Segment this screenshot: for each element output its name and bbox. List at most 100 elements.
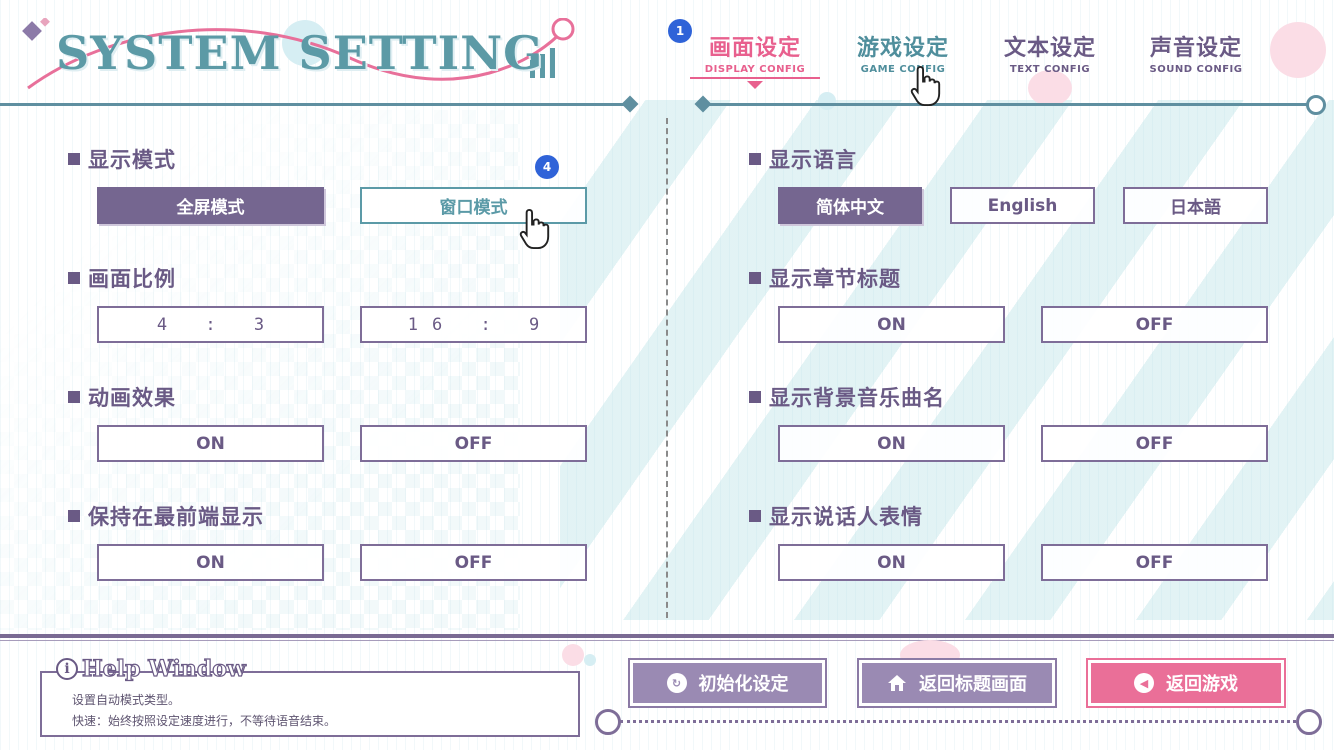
line-end-ring bbox=[1296, 709, 1322, 735]
decor-bubble bbox=[584, 654, 596, 666]
tab-sound-config[interactable]: 声音设定 SOUND CONFIG bbox=[1131, 30, 1261, 75]
section-title-text: 显示说话人表情 bbox=[769, 505, 923, 529]
option-label: ON bbox=[877, 552, 906, 573]
annotation-badge: 1 bbox=[668, 19, 692, 43]
option-label: 16 : 9 bbox=[407, 314, 554, 335]
section-title-text: 显示背景音乐曲名 bbox=[769, 386, 945, 410]
tab-display-config[interactable]: 画面设定 DISPLAY CONFIG bbox=[690, 30, 820, 89]
bullet-square-icon bbox=[68, 391, 80, 403]
chapter-on-button[interactable]: ON bbox=[778, 306, 1005, 343]
logo-title: SYSTEM SETTING bbox=[56, 26, 544, 80]
aspect-16-9-button[interactable]: 16 : 9 bbox=[360, 306, 587, 343]
section-title-text: 显示章节标题 bbox=[769, 267, 901, 291]
option-label: OFF bbox=[1135, 433, 1174, 454]
chapter-off-button[interactable]: OFF bbox=[1041, 306, 1268, 343]
section-title-text: 画面比例 bbox=[88, 267, 176, 291]
tab-label: 文本设定 bbox=[1003, 36, 1096, 61]
header-divider-right bbox=[702, 103, 1318, 106]
tab-sublabel: GAME CONFIG bbox=[860, 64, 946, 75]
button-label: 初始化设定 bbox=[698, 674, 789, 695]
background-diagonal-bands bbox=[560, 100, 1334, 620]
section-aspect-ratio: 画面比例 bbox=[68, 263, 176, 293]
section-display-mode: 显示模式 bbox=[68, 144, 176, 174]
return-to-game-button[interactable]: ◀ 返回游戏 bbox=[1086, 658, 1286, 708]
topmost-on-button[interactable]: ON bbox=[97, 544, 324, 581]
reset-settings-button[interactable]: ↻ 初始化设定 bbox=[628, 658, 827, 708]
tab-sublabel: SOUND CONFIG bbox=[1149, 64, 1243, 75]
bullet-square-icon bbox=[749, 153, 761, 165]
option-label: ON bbox=[196, 433, 225, 454]
section-title-text: 保持在最前端显示 bbox=[88, 505, 264, 529]
tab-sublabel: TEXT CONFIG bbox=[1009, 64, 1091, 75]
option-label: English bbox=[987, 195, 1058, 216]
column-divider bbox=[666, 118, 668, 618]
bullet-square-icon bbox=[749, 272, 761, 284]
option-label: OFF bbox=[454, 433, 493, 454]
option-label: ON bbox=[877, 314, 906, 335]
section-bgm-name: 显示背景音乐曲名 bbox=[749, 382, 945, 412]
section-title-text: 显示模式 bbox=[88, 148, 176, 172]
option-label: ON bbox=[196, 552, 225, 573]
option-label: 4 : 3 bbox=[156, 314, 279, 335]
expression-on-button[interactable]: ON bbox=[778, 544, 1005, 581]
animation-off-button[interactable]: OFF bbox=[360, 425, 587, 462]
tab-label: 游戏设定 bbox=[856, 36, 949, 61]
tab-label: 画面设定 bbox=[708, 36, 801, 61]
section-always-on-top: 保持在最前端显示 bbox=[68, 501, 264, 531]
return-to-title-button[interactable]: 返回标题画面 bbox=[857, 658, 1057, 708]
section-title-text: 动画效果 bbox=[88, 386, 176, 410]
aspect-4-3-button[interactable]: 4 : 3 bbox=[97, 306, 324, 343]
window-mode-button[interactable]: 窗口模式 bbox=[360, 187, 587, 224]
section-chapter-title: 显示章节标题 bbox=[749, 263, 901, 293]
section-title-text: 显示语言 bbox=[769, 148, 857, 172]
bullet-square-icon bbox=[749, 510, 761, 522]
tab-label: 声音设定 bbox=[1149, 36, 1242, 61]
topmost-off-button[interactable]: OFF bbox=[360, 544, 587, 581]
bullet-square-icon bbox=[68, 153, 80, 165]
active-tab-arrow-icon bbox=[747, 81, 763, 89]
option-label: 窗口模式 bbox=[439, 198, 508, 218]
option-label: 日本語 bbox=[1170, 198, 1221, 218]
line-end-ring bbox=[1306, 95, 1326, 115]
help-title-text: Help Window bbox=[81, 655, 246, 682]
option-label: OFF bbox=[1135, 314, 1174, 335]
language-english-button[interactable]: English bbox=[950, 187, 1095, 224]
expression-off-button[interactable]: OFF bbox=[1041, 544, 1268, 581]
diamond-marker bbox=[621, 95, 639, 113]
option-label: 全屏模式 bbox=[176, 198, 245, 218]
bgm-name-on-button[interactable]: ON bbox=[778, 425, 1005, 462]
footer-divider bbox=[0, 634, 1334, 638]
decor-bubble bbox=[562, 644, 584, 666]
back-arrow-icon: ◀ bbox=[1134, 673, 1154, 693]
language-japanese-button[interactable]: 日本語 bbox=[1123, 187, 1268, 224]
help-text-line: 快速：始终按照设定速度进行，不等待语音结束。 bbox=[72, 714, 337, 728]
option-label: OFF bbox=[1135, 552, 1174, 573]
button-label: 返回游戏 bbox=[1166, 674, 1238, 695]
button-label: 返回标题画面 bbox=[919, 674, 1027, 695]
fullscreen-mode-button[interactable]: 全屏模式 bbox=[97, 187, 324, 224]
footer-dotted-line bbox=[620, 720, 1296, 723]
bullet-square-icon bbox=[68, 510, 80, 522]
tab-text-config[interactable]: 文本设定 TEXT CONFIG bbox=[985, 30, 1115, 75]
footer-divider-thin bbox=[0, 640, 1334, 641]
line-end-ring bbox=[595, 709, 621, 735]
reset-icon: ↻ bbox=[666, 673, 687, 693]
section-language: 显示语言 bbox=[749, 144, 857, 174]
bullet-square-icon bbox=[749, 391, 761, 403]
section-animation: 动画效果 bbox=[68, 382, 176, 412]
bullet-square-icon bbox=[68, 272, 80, 284]
header: SYSTEM SETTING 1 画面设定 DISPLAY CONFIG 游戏设… bbox=[0, 0, 1334, 115]
language-chinese-button[interactable]: 简体中文 bbox=[778, 187, 922, 224]
annotation-badge: 4 bbox=[535, 155, 559, 179]
section-speaker-expression: 显示说话人表情 bbox=[749, 501, 923, 531]
home-icon bbox=[887, 673, 907, 693]
help-window-title: i Help Window bbox=[56, 655, 246, 683]
bgm-name-off-button[interactable]: OFF bbox=[1041, 425, 1268, 462]
animation-on-button[interactable]: ON bbox=[97, 425, 324, 462]
tab-game-config[interactable]: 游戏设定 GAME CONFIG bbox=[838, 30, 968, 75]
option-label: OFF bbox=[454, 552, 493, 573]
info-icon: i bbox=[56, 658, 78, 680]
header-divider-left bbox=[0, 103, 630, 106]
tab-sublabel: DISPLAY CONFIG bbox=[690, 64, 820, 79]
help-text-line: 设置自动模式类型。 bbox=[72, 693, 181, 707]
